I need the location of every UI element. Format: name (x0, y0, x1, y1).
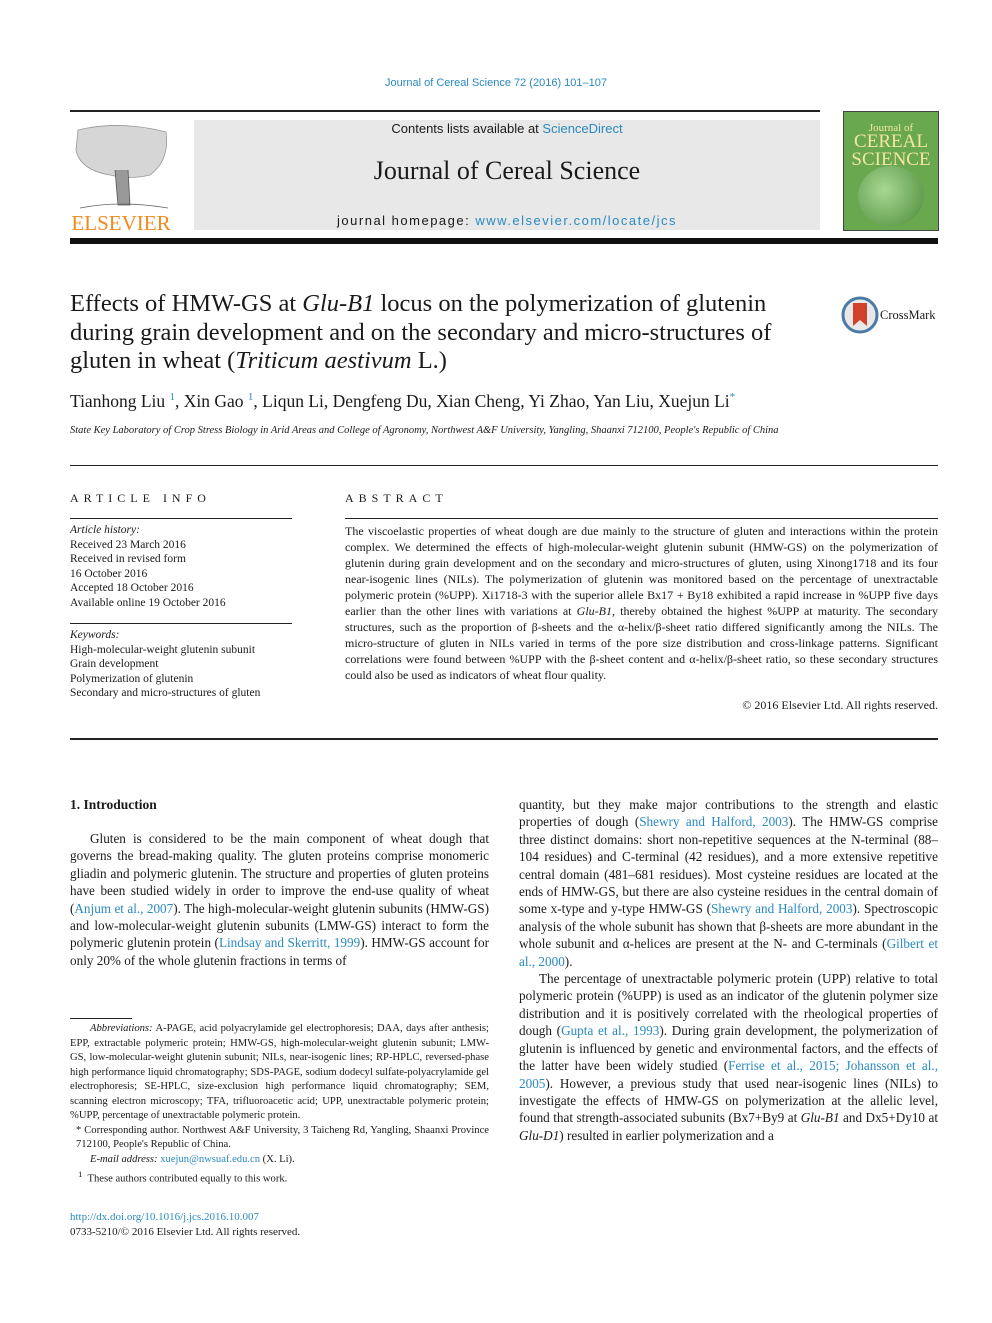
author[interactable]: Yan Liu (593, 391, 649, 411)
keyword: High-molecular-weight glutenin subunit (70, 643, 256, 656)
author-footnote-mark[interactable]: 1 (248, 391, 254, 403)
affiliation-rule (70, 465, 938, 466)
keyword: Grain development (70, 658, 159, 670)
keywords: Keywords: High-molecular-weight glutenin… (70, 628, 310, 701)
reference-link[interactable]: Gupta et al., 1993 (561, 1023, 659, 1038)
wheat-icon (858, 166, 924, 226)
contents-line: Contents lists available at ScienceDirec… (194, 121, 820, 136)
header-thick-rule (70, 238, 938, 244)
author-footnote-mark[interactable]: 1 (170, 391, 176, 403)
corresponding-author-mark[interactable]: * (730, 391, 736, 403)
article-history: Article history: Received 23 March 2016 … (70, 523, 300, 610)
author[interactable]: Tianhong Liu (70, 391, 165, 411)
author[interactable]: Dengfeng Du (333, 391, 428, 411)
journal-citation-link[interactable]: Journal of Cereal Science 72 (2016) 101–… (0, 77, 992, 89)
journal-cover-image: Journal of CEREAL SCIENCE (843, 111, 939, 231)
abbreviations-footnote: Abbreviations: A-PAGE, acid polyacrylami… (70, 1023, 489, 1121)
author[interactable]: Liqun Li (262, 391, 324, 411)
keyword: Secondary and micro-structures of gluten (70, 687, 261, 699)
history-item: 16 October 2016 (70, 567, 148, 580)
homepage-link[interactable]: www.elsevier.com/locate/jcs (475, 213, 677, 228)
email-footnote: E-mail address: xuejun@nwsuaf.edu.cn (X.… (90, 1153, 295, 1165)
sciencedirect-link[interactable]: ScienceDirect (542, 121, 622, 136)
intro-right-column: quantity, but they make major contributi… (519, 796, 938, 1144)
history-item: Received 23 March 2016 (70, 538, 186, 551)
contents-label: Contents lists available at (391, 121, 543, 136)
footnote-rule (70, 1018, 132, 1019)
article-info-rule (70, 518, 292, 519)
abstract-heading: ABSTRACT (345, 491, 448, 505)
author[interactable]: Xin Gao (184, 391, 244, 411)
keywords-label: Keywords: (70, 629, 120, 641)
reference-link[interactable]: Shewry and Halford, 2003 (639, 814, 788, 829)
reference-link[interactable]: Lindsay and Skerritt, 1999 (219, 935, 360, 950)
reference-link[interactable]: Anjum et al., 2007 (74, 901, 173, 916)
history-item: Accepted 18 October 2016 (70, 582, 194, 594)
email-link[interactable]: xuejun@nwsuaf.edu.cn (160, 1154, 260, 1165)
author-list: Tianhong Liu 1, Xin Gao 1, Liqun Li, Den… (70, 391, 736, 411)
header-rule (70, 110, 820, 112)
crossmark-label[interactable]: CrossMark (880, 308, 936, 323)
reference-link[interactable]: Shewry and Halford, 2003 (711, 901, 853, 916)
section-heading-introduction: 1. Introduction (70, 797, 157, 812)
paragraph: The percentage of unextractable polymeri… (519, 971, 938, 1143)
intro-left-column: Gluten is considered to be the main comp… (70, 830, 489, 969)
footnotes: Abbreviations: A-PAGE, acid polyacrylami… (70, 1022, 489, 1187)
issn-copyright: 0733-5210/© 2016 Elsevier Ltd. All right… (70, 1226, 301, 1238)
article-info-heading: ARTICLE INFO (70, 491, 211, 505)
author[interactable]: Yi Zhao (528, 391, 585, 411)
abstract-copyright: © 2016 Elsevier Ltd. All rights reserved… (742, 698, 938, 712)
keyword: Polymerization of glutenin (70, 672, 194, 685)
history-label: Article history: (70, 524, 140, 536)
homepage-label: journal homepage: (337, 213, 476, 228)
history-item: Received in revised form (70, 553, 186, 565)
history-item: Available online 19 October 2016 (70, 596, 226, 609)
abstract-text: The viscoelastic properties of wheat dou… (345, 524, 938, 682)
journal-name: Journal of Cereal Science (373, 156, 641, 185)
affiliation: State Key Laboratory of Crop Stress Biol… (70, 425, 779, 436)
author[interactable]: Xuejun Li (658, 391, 729, 411)
author[interactable]: Xian Cheng (436, 391, 520, 411)
abstract-bottom-rule (70, 738, 938, 740)
keywords-rule (70, 623, 292, 624)
doi-link[interactable]: http://dx.doi.org/10.1016/j.jcs.2016.10.… (70, 1211, 259, 1223)
equal-contribution-footnote: 1 These authors contributed equally to t… (78, 1169, 288, 1185)
elsevier-logo-text: ELSEVIER (71, 211, 171, 235)
corresponding-footnote: * Corresponding author. Northwest A&F Un… (76, 1124, 489, 1151)
article-title: Effects of HMW-GS at Glu-B1 locus on the… (70, 290, 772, 374)
homepage-line: journal homepage: www.elsevier.com/locat… (194, 213, 820, 228)
paragraph: quantity, but they make major contributi… (519, 797, 939, 969)
paragraph: Gluten is considered to be the main comp… (70, 831, 489, 968)
abstract-rule (345, 518, 938, 519)
crossmark-icon[interactable] (841, 296, 879, 334)
